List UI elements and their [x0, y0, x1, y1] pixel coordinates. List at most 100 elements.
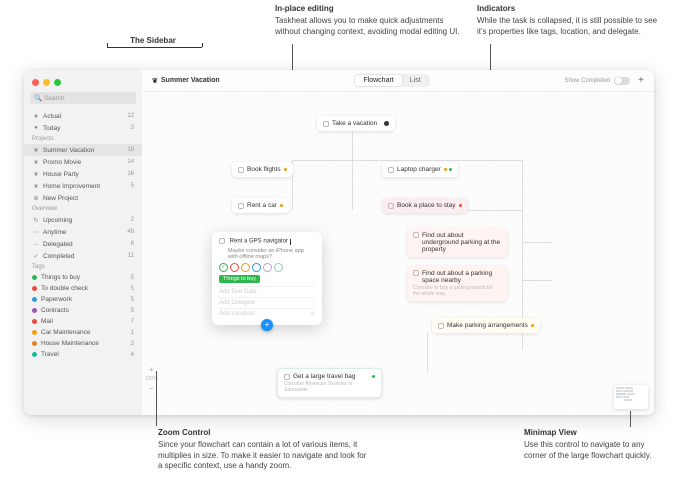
- location-field[interactable]: Add Location ⊙: [219, 308, 315, 319]
- assigned-tag-pill[interactable]: Things to buy: [219, 275, 260, 283]
- section-overview: Overview: [24, 204, 142, 214]
- sidebar-item-anytime[interactable]: ⋯Anytime49: [24, 226, 142, 238]
- zoom-out-button[interactable]: −: [149, 384, 154, 393]
- tag-dot-icon: [32, 308, 37, 313]
- checkbox-icon[interactable]: [284, 374, 290, 380]
- canvas[interactable]: ❦ Summer Vacation Flowchart List Show Co…: [142, 70, 654, 415]
- node-book-place[interactable]: Book a place to stay: [382, 198, 468, 213]
- tag-picker[interactable]: ✓: [219, 263, 315, 272]
- node-root[interactable]: Take a vacation: [317, 116, 395, 131]
- sidebar-item-house-maintenance[interactable]: House Maintenance2: [24, 338, 142, 349]
- zoom-icon[interactable]: [54, 79, 61, 86]
- node-make-parking[interactable]: Make parking arrangements: [432, 318, 540, 333]
- add-button[interactable]: +: [638, 75, 644, 86]
- tag-dot-icon: [32, 352, 37, 357]
- callout-sidebar-bracket: [107, 47, 202, 48]
- new-project-button[interactable]: ⊕ New Project: [24, 192, 142, 204]
- tag-dot-icon: [32, 286, 37, 291]
- add-child-button[interactable]: +: [261, 319, 273, 331]
- tag-color-option[interactable]: [252, 263, 261, 272]
- sidebar-item-actual[interactable]: ★Actual12: [24, 110, 142, 122]
- task-editor-popover[interactable]: Rent a GPS navigator Maybe consider an i…: [212, 232, 322, 325]
- minimize-icon[interactable]: [43, 79, 50, 86]
- tag-dot-icon: [32, 297, 37, 302]
- sidebar-item-delegated[interactable]: →Delegated8: [24, 238, 142, 250]
- tag-dot-icon: [32, 275, 37, 280]
- zoom-in-button[interactable]: +: [149, 365, 154, 374]
- plus-icon: ⊕: [32, 194, 40, 202]
- sidebar-item-home-improvement[interactable]: ❦Home Improvement5: [24, 180, 142, 192]
- tag-color-option[interactable]: [263, 263, 272, 272]
- section-projects: Projects: [24, 134, 142, 144]
- sidebar-item-completed[interactable]: ✓Completed11: [24, 250, 142, 262]
- seg-list[interactable]: List: [402, 75, 429, 86]
- seg-flowchart[interactable]: Flowchart: [355, 75, 401, 86]
- traffic-lights[interactable]: [24, 76, 142, 92]
- sidebar-item-contracts[interactable]: Contracts5: [24, 305, 142, 316]
- show-completed-toggle[interactable]: Show Completed: [564, 77, 630, 85]
- minimap[interactable]: [614, 385, 648, 409]
- node-laptop-charger[interactable]: Laptop charger: [382, 162, 458, 177]
- callout-inplace: In-place editing Taskheat allows you to …: [275, 4, 460, 37]
- callout-minimap: Minimap View Use this control to navigat…: [524, 428, 669, 461]
- sidebar-item-summer-vacation[interactable]: ❦Summer Vacation19: [24, 144, 142, 156]
- tag-color-option[interactable]: [241, 263, 250, 272]
- checkbox-icon[interactable]: [388, 203, 394, 209]
- sidebar-item-paperwork[interactable]: Paperwork5: [24, 294, 142, 305]
- tag-dot-icon: [32, 330, 37, 335]
- checkbox-icon[interactable]: [219, 238, 225, 244]
- page-title: ❦ Summer Vacation: [152, 77, 220, 85]
- item-icon: ❦: [32, 170, 40, 178]
- checkbox-icon[interactable]: [238, 203, 244, 209]
- task-notes[interactable]: Maybe consider an iPhone app with offlin…: [228, 248, 315, 260]
- node-book-flights[interactable]: Book flights: [232, 162, 293, 177]
- checkbox-icon[interactable]: [438, 323, 444, 329]
- node-travel-bag[interactable]: Get a large travel bag Consider American…: [277, 368, 382, 398]
- item-icon: ❦: [32, 146, 40, 154]
- checkbox-icon[interactable]: [323, 121, 329, 127]
- sidebar-item-house-party[interactable]: ❦House Party16: [24, 168, 142, 180]
- sidebar-item-today[interactable]: ●Today3: [24, 122, 142, 134]
- sidebar-item-to-double-check[interactable]: To double check5: [24, 283, 142, 294]
- handle-icon[interactable]: [384, 121, 389, 126]
- node-underground-parking[interactable]: Find out about underground parking at th…: [407, 228, 507, 257]
- callout-indicators: Indicators While the task is collapsed, …: [477, 4, 659, 37]
- project-icon: ❦: [152, 77, 158, 85]
- more-icon[interactable]: ⊙: [311, 311, 315, 317]
- app-window: 🔍 Search ★Actual12●Today3 Projects ❦Summ…: [24, 70, 654, 415]
- sidebar-item-things-to-buy[interactable]: Things to buy5: [24, 272, 142, 283]
- tag-color-option[interactable]: [230, 263, 239, 272]
- callout-zoom-line: [156, 371, 157, 426]
- tag-color-option[interactable]: ✓: [219, 263, 228, 272]
- node-rent-car[interactable]: Rent a car: [232, 198, 289, 213]
- sidebar-item-upcoming[interactable]: ↻Upcoming2: [24, 214, 142, 226]
- checkbox-icon[interactable]: [413, 232, 419, 238]
- sidebar-item-car-maintenance[interactable]: Car Maintenance1: [24, 327, 142, 338]
- item-icon: ●: [32, 124, 40, 132]
- due-date-field[interactable]: Add Due Date: [219, 286, 315, 297]
- item-icon: ⋯: [32, 228, 40, 236]
- tag-color-option[interactable]: [274, 263, 283, 272]
- section-tags: Tags: [24, 262, 142, 272]
- callout-zoom: Zoom Control Since your flowchart can co…: [158, 428, 368, 472]
- sidebar-item-travel[interactable]: Travel4: [24, 349, 142, 360]
- item-icon: ↻: [32, 216, 40, 224]
- checkbox-icon[interactable]: [388, 167, 394, 173]
- switch-icon[interactable]: [614, 77, 630, 85]
- close-icon[interactable]: [32, 79, 39, 86]
- item-icon: ✓: [32, 252, 40, 260]
- sidebar-item-mail[interactable]: Mail7: [24, 316, 142, 327]
- sidebar-item-promo-movie[interactable]: ❦Promo Movie14: [24, 156, 142, 168]
- search-input[interactable]: 🔍 Search: [30, 92, 136, 104]
- checkbox-icon[interactable]: [413, 270, 419, 276]
- checkbox-icon[interactable]: [238, 167, 244, 173]
- view-segmented-control[interactable]: Flowchart List: [354, 74, 429, 87]
- item-icon: →: [32, 240, 40, 248]
- toolbar: ❦ Summer Vacation Flowchart List Show Co…: [142, 70, 654, 92]
- item-icon: ★: [32, 112, 40, 120]
- delegate-field[interactable]: Add Delegate: [219, 297, 315, 308]
- node-parking-nearby[interactable]: Find out about a parking space nearby Co…: [407, 266, 507, 301]
- task-title-input[interactable]: Rent a GPS navigator: [230, 239, 291, 245]
- tag-dot-icon: [32, 319, 37, 324]
- item-icon: ❦: [32, 182, 40, 190]
